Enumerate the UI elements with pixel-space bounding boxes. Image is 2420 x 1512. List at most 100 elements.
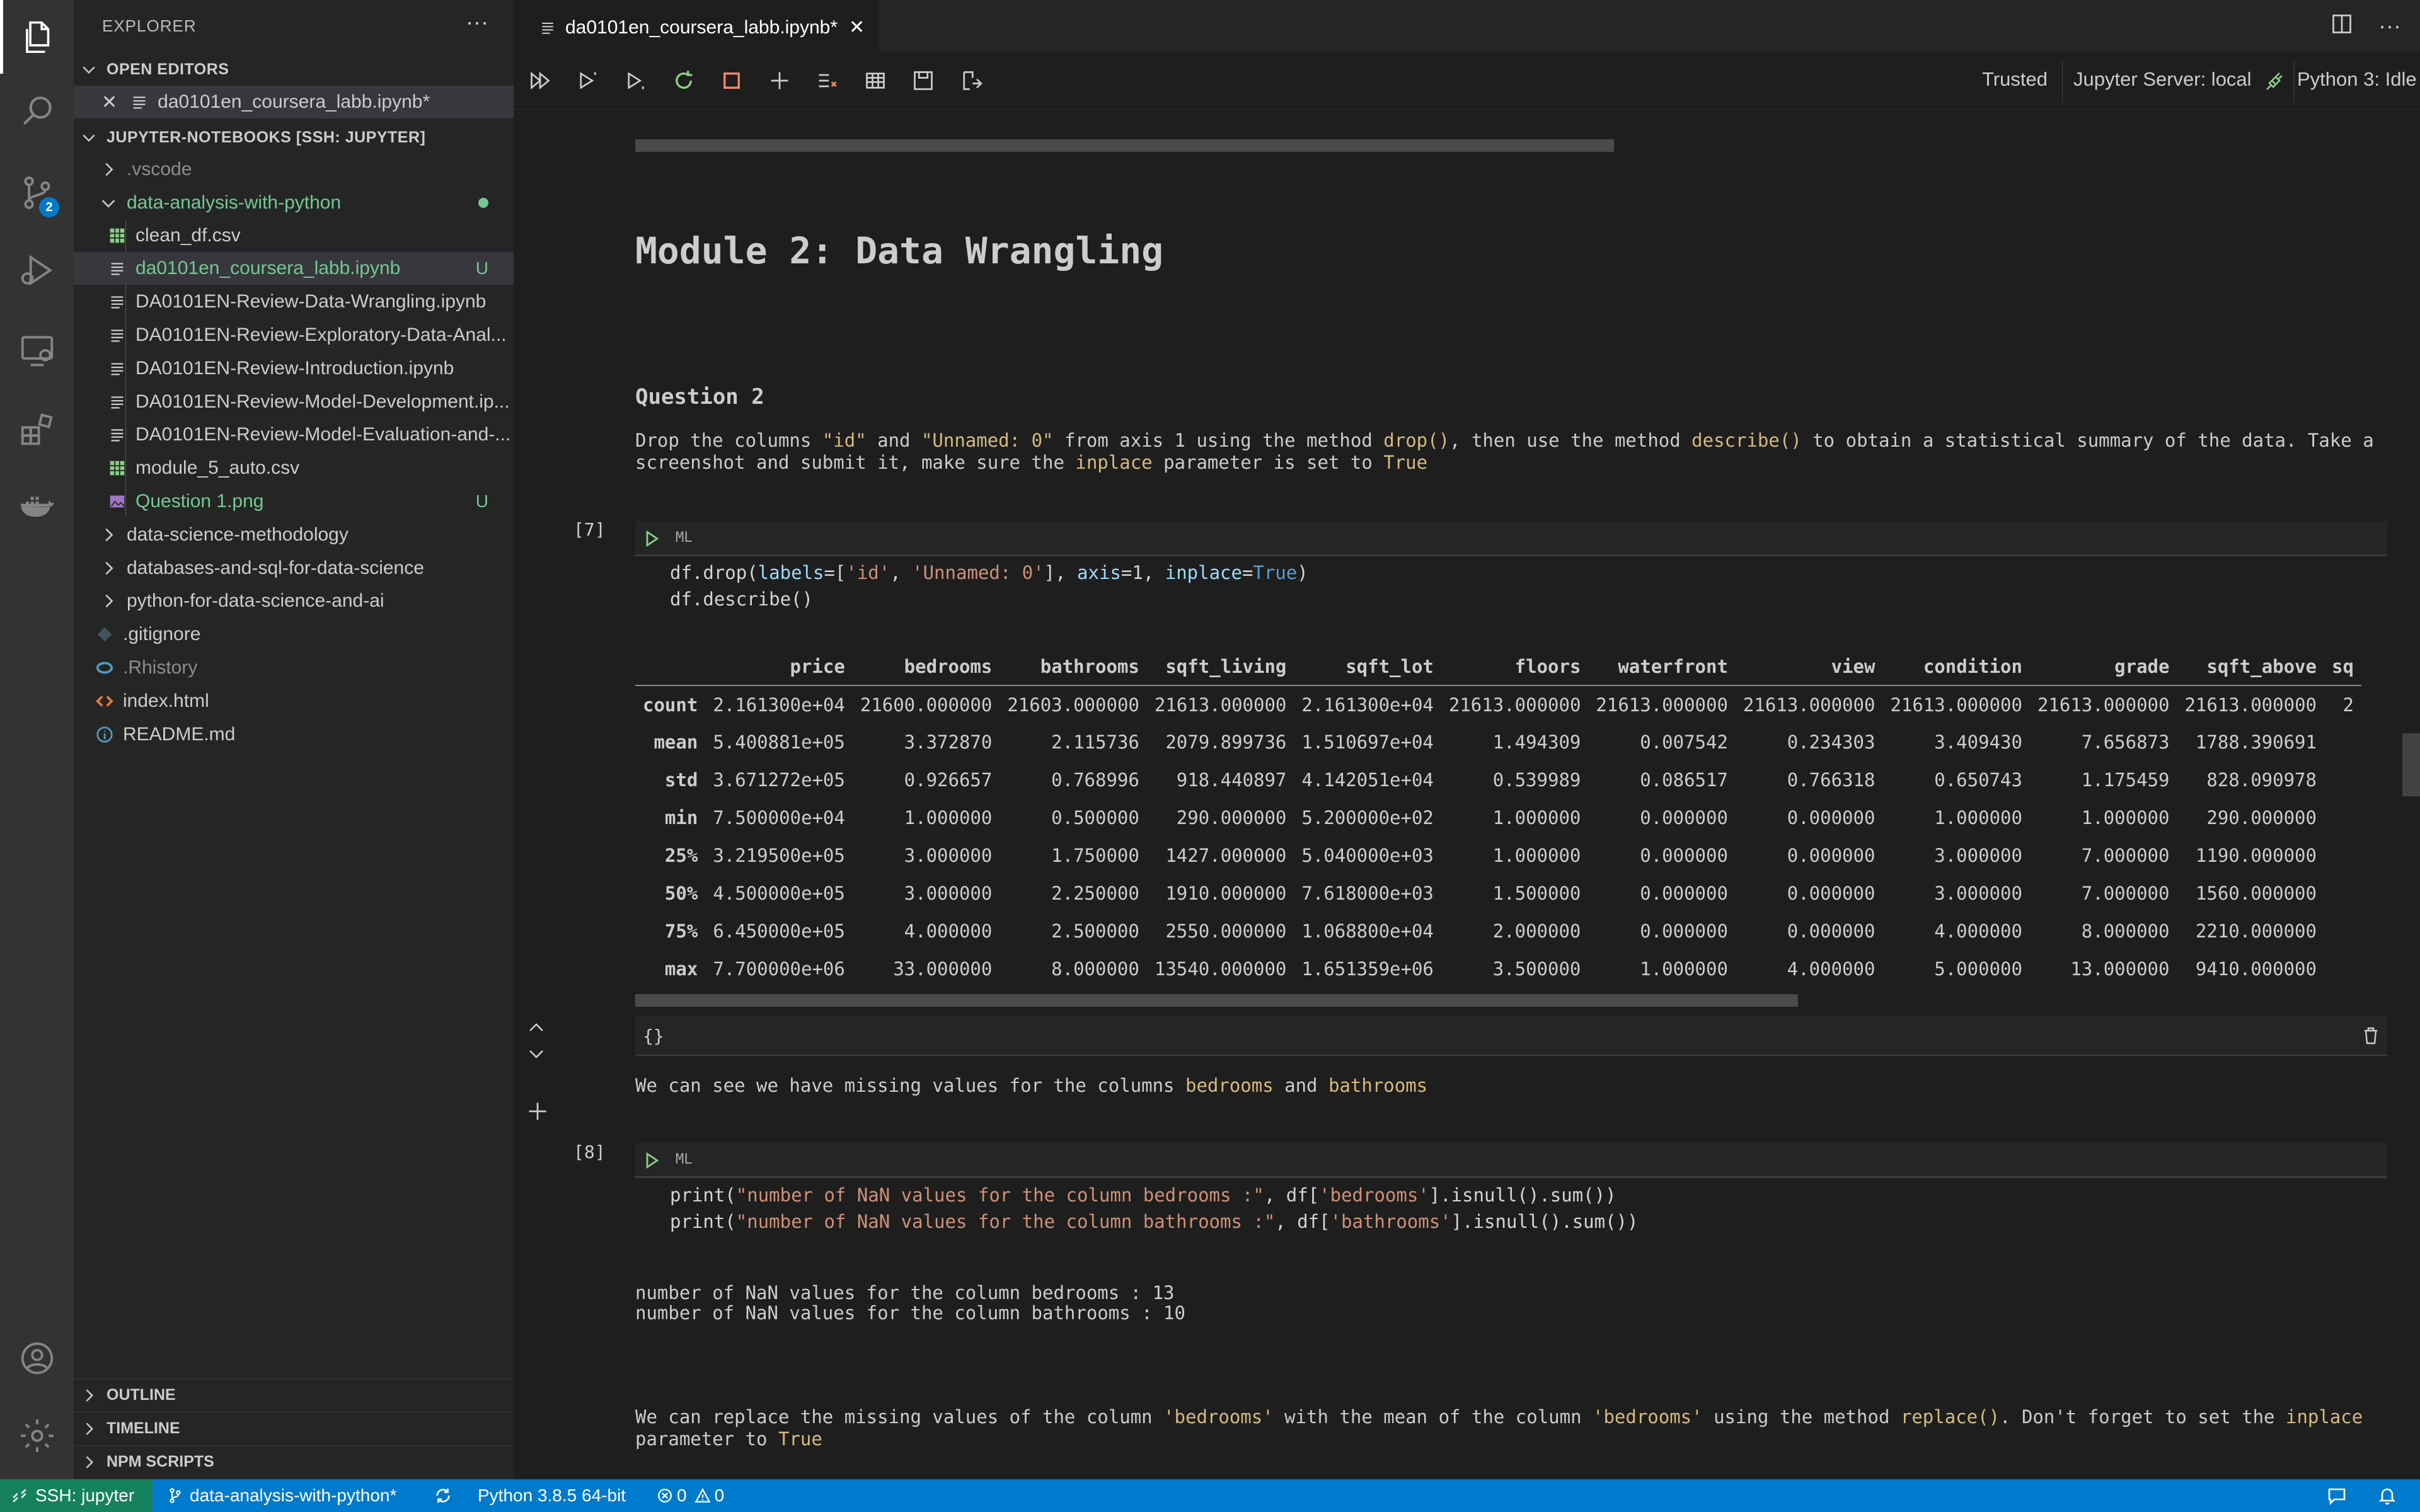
extensions-icon[interactable] <box>0 392 74 466</box>
trusted-indicator[interactable]: Trusted <box>1982 68 2048 91</box>
tree-item-review-eda[interactable]: DA0101EN-Review-Exploratory-Data-Anal... <box>74 319 514 352</box>
table-cell: 2.500000 <box>1051 920 1139 942</box>
move-cell-down-icon[interactable] <box>526 1043 546 1063</box>
docker-icon[interactable] <box>0 469 74 543</box>
tree-item-review-intro[interactable]: DA0101EN-Review-Introduction.ipynb <box>74 352 514 385</box>
sync-icon[interactable] <box>434 1479 452 1512</box>
interrupt-kernel-icon[interactable] <box>718 67 746 94</box>
notebook-file-icon <box>133 96 146 109</box>
more-actions-icon[interactable]: ··· <box>2378 13 2401 39</box>
tree-item-clean-df[interactable]: clean_df.csv <box>74 219 514 252</box>
files-icon[interactable] <box>0 0 74 74</box>
more-actions-icon[interactable]: ··· <box>466 9 488 35</box>
row-label: 75% <box>664 920 698 942</box>
md-code: "Unnamed: 0" <box>921 430 1054 451</box>
source-control-icon[interactable]: 2 <box>0 156 74 229</box>
remote-explorer-icon[interactable] <box>0 313 74 387</box>
tree-item-question1[interactable]: Question 1.png U <box>74 485 514 518</box>
run-all-icon[interactable] <box>526 67 554 94</box>
notifications-icon[interactable] <box>2377 1479 2397 1512</box>
chevron-right-icon <box>105 561 113 575</box>
add-cell-icon[interactable] <box>766 67 793 94</box>
tab-close-icon[interactable]: ✕ <box>849 16 865 38</box>
table-cell: 9410.000000 <box>2195 958 2317 980</box>
npm-scripts-section[interactable]: NPM SCRIPTS <box>74 1445 514 1478</box>
tree-item-module5[interactable]: module_5_auto.csv <box>74 452 514 484</box>
feedback-icon[interactable] <box>2327 1479 2347 1512</box>
branch-indicator[interactable]: data-analysis-with-python* <box>167 1479 396 1512</box>
outline-section[interactable]: OUTLINE <box>74 1378 514 1411</box>
horizontal-scrollbar[interactable] <box>635 139 1614 152</box>
md-code: bathrooms <box>1328 1075 1428 1096</box>
run-below-icon[interactable] <box>622 67 650 94</box>
kernel-status[interactable]: Python 3: Idle <box>2297 68 2417 91</box>
account-icon[interactable] <box>0 1321 74 1395</box>
md-text: and <box>866 430 921 451</box>
open-editors-section[interactable]: OPEN EDITORS <box>74 53 514 86</box>
cell-language-label[interactable]: ML <box>676 1152 693 1167</box>
cell-language-label[interactable]: ML <box>676 530 693 546</box>
run-cell-icon[interactable] <box>643 1152 660 1169</box>
tree-item-gitignore[interactable]: .gitignore <box>74 618 514 651</box>
tree-item-ds-methodology[interactable]: data-science-methodology <box>74 518 514 551</box>
code-token: labels <box>758 562 824 583</box>
search-icon[interactable] <box>0 74 74 147</box>
table-cell: 33.000000 <box>893 958 993 980</box>
move-cell-up-icon[interactable] <box>526 1018 546 1038</box>
clear-outputs-icon[interactable] <box>814 67 841 94</box>
tree-item-data-analysis[interactable]: data-analysis-with-python <box>74 186 514 219</box>
table-horizontal-scrollbar[interactable] <box>635 994 1798 1007</box>
remote-indicator[interactable]: SSH: jupyter <box>0 1479 153 1512</box>
gear-icon[interactable] <box>0 1399 74 1472</box>
export-icon[interactable] <box>957 67 985 94</box>
table-cell: 1910.000000 <box>1165 883 1287 904</box>
table-cell: 1.175459 <box>2081 769 2170 791</box>
workspace-section[interactable]: JUPYTER-NOTEBOOKS [SSH: JUPYTER] <box>74 121 514 154</box>
tree-item-rhistory[interactable]: .Rhistory <box>74 651 514 684</box>
table-cell: 2210.000000 <box>2195 920 2317 942</box>
tree-item-review-model-eval[interactable]: DA0101EN-Review-Model-Evaluation-and-... <box>74 418 514 451</box>
tree-item-readme[interactable]: README.md <box>74 718 514 751</box>
tree-item-review-wrangling[interactable]: DA0101EN-Review-Data-Wrangling.ipynb <box>74 285 514 318</box>
variables-icon[interactable] <box>861 67 889 94</box>
tree-item-index-html[interactable]: index.html <box>74 685 514 718</box>
run-debug-icon[interactable] <box>0 233 74 307</box>
insert-cell-icon[interactable] <box>526 1100 549 1123</box>
output-line: number of NaN values for the column bath… <box>635 1302 1185 1324</box>
run-cell-icon[interactable] <box>643 530 660 547</box>
save-icon[interactable] <box>909 67 937 94</box>
table-cell: 2.000000 <box>1492 920 1581 942</box>
jupyter-server-status[interactable]: Jupyter Server: local <box>2073 68 2252 91</box>
code-token: , <box>890 562 913 583</box>
run-above-icon[interactable] <box>574 67 602 94</box>
problems-indicator[interactable]: 0 0 <box>657 1479 724 1512</box>
table-cell: 4.000000 <box>1934 920 2022 942</box>
git-untracked-badge: U <box>475 258 488 278</box>
md-code: True <box>1383 452 1428 473</box>
code-token: print( <box>670 1184 736 1206</box>
tab-notebook[interactable]: da0101en_coursera_labb.ipynb* ✕ <box>514 0 879 53</box>
python-label: Python 3.8.5 64-bit <box>478 1486 626 1505</box>
code-token: df.describe() <box>670 588 813 610</box>
tree-item-vscode[interactable]: .vscode <box>74 153 514 186</box>
restart-kernel-icon[interactable] <box>670 67 698 94</box>
table-row: 50% 4.500000e+05 3.000000 2.250000 1910.0000… <box>635 874 2361 912</box>
open-editor-item[interactable]: ✕ da0101en_coursera_labb.ipynb* <box>74 86 514 118</box>
table-cell: 0.000000 <box>1787 883 1876 904</box>
close-icon[interactable]: ✕ <box>101 91 117 113</box>
table-cell: 0.650743 <box>1934 769 2022 791</box>
table-cell: 21613.000000 <box>1890 694 2022 716</box>
python-interpreter[interactable]: Python 3.8.5 64-bit <box>478 1479 626 1512</box>
vertical-scrollbar[interactable] <box>2402 733 2420 796</box>
code-cell-8[interactable]: print("number of NaN values for the colu… <box>670 1182 1638 1235</box>
split-editor-icon[interactable] <box>2331 13 2353 35</box>
code-cell-7[interactable]: df.drop(labels=['id', 'Unnamed: 0'], axi… <box>670 559 1308 612</box>
timeline-section[interactable]: TIMELINE <box>74 1412 514 1445</box>
braces-icon[interactable]: {} <box>643 1026 664 1046</box>
column-header <box>635 648 706 686</box>
tree-item-labb-notebook[interactable]: da0101en_coursera_labb.ipynb U <box>74 252 514 285</box>
tree-item-databases-sql[interactable]: databases-and-sql-for-data-science <box>74 552 514 585</box>
delete-icon[interactable] <box>2361 1026 2381 1046</box>
tree-item-review-model-dev[interactable]: DA0101EN-Review-Model-Development.ip... <box>74 386 514 418</box>
tree-item-python-ds-ai[interactable]: python-for-data-science-and-ai <box>74 585 514 617</box>
